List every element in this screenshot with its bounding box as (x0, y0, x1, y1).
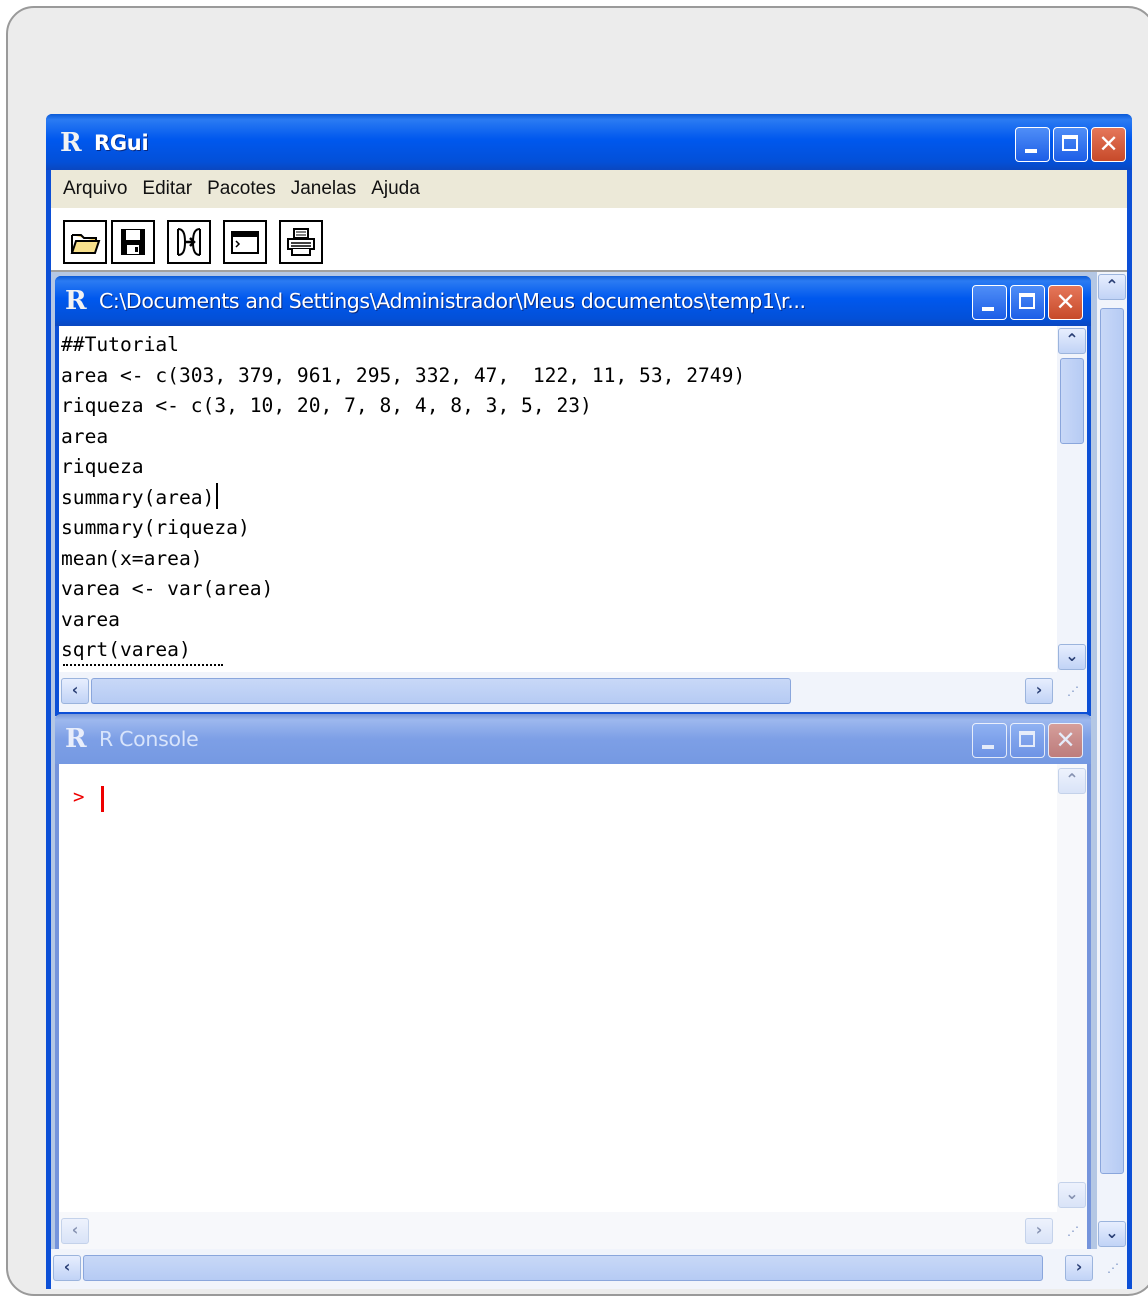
editor-maximize-button[interactable] (1010, 285, 1045, 320)
scroll-left-button[interactable]: ‹ (53, 1255, 81, 1281)
script-editor-textarea[interactable]: ##Tutorial area <- c(303, 379, 961, 295, … (59, 326, 1087, 712)
h-scroll-thumb[interactable] (91, 678, 791, 704)
print-button[interactable] (279, 220, 323, 264)
menu-pacotes[interactable]: Pacotes (203, 178, 287, 200)
menu-bar: Arquivo Editar Pacotes Janelas Ajuda (51, 170, 1127, 208)
console-title: R Console (99, 727, 199, 751)
rgui-main-window: R RGui ✕ Arquivo Editar Pacotes Janelas … (46, 114, 1132, 1289)
close-icon: ✕ (1055, 726, 1076, 754)
code-line: varea (61, 607, 120, 631)
menu-ajuda[interactable]: Ajuda (367, 178, 431, 200)
console-title-bar[interactable]: R R Console ✕ (55, 714, 1091, 764)
editor-window-controls: ✕ (972, 285, 1083, 320)
console-icon (231, 231, 259, 254)
console-maximize-button[interactable] (1010, 723, 1045, 758)
console-output-area[interactable]: > ⌃ ⌄ ‹ › ⋰ (59, 764, 1087, 1252)
console-button[interactable] (223, 220, 267, 264)
editor-title: C:\Documents and Settings\Administrador\… (99, 289, 806, 313)
resize-grip-icon[interactable]: ⋰ (1067, 684, 1079, 698)
console-vertical-scrollbar[interactable]: ⌃ ⌄ (1057, 764, 1087, 1212)
code-line: area (61, 424, 109, 448)
scroll-down-button[interactable]: ⌄ (1098, 1221, 1126, 1247)
load-workspace-button[interactable] (167, 220, 211, 264)
close-icon: ✕ (1055, 288, 1076, 316)
maximize-icon (1054, 128, 1087, 161)
editor-horizontal-scrollbar[interactable]: ‹ › ⋰ (59, 672, 1087, 712)
console-prompt: > (73, 786, 85, 808)
client-horizontal-scrollbar[interactable]: ‹ › ⋰ (51, 1249, 1127, 1289)
print-icon (287, 228, 315, 256)
r-console-window: R R Console ✕ > ⌃ ⌄ ‹ › ⋰ (55, 714, 1091, 1254)
scroll-thumb[interactable] (1060, 358, 1084, 444)
text-caret (216, 482, 219, 509)
open-script-icon (70, 234, 101, 254)
screenshot-frame: R RGui ✕ Arquivo Editar Pacotes Janelas … (6, 6, 1148, 1296)
editor-close-button[interactable]: ✕ (1048, 285, 1083, 320)
console-minimize-button[interactable] (972, 723, 1007, 758)
scroll-left-button[interactable]: ‹ (61, 1218, 89, 1244)
minimize-button[interactable] (1015, 127, 1050, 162)
code-line: summary(riqueza) (61, 516, 250, 539)
menu-editar[interactable]: Editar (138, 178, 203, 200)
script-editor-window: R C:\Documents and Settings\Administrado… (55, 276, 1091, 716)
editor-title-bar[interactable]: R C:\Documents and Settings\Administrado… (55, 276, 1091, 326)
code-line: summary(area) (61, 485, 215, 509)
scroll-thumb[interactable] (1100, 308, 1124, 1174)
editor-vertical-scrollbar[interactable]: ⌃ ⌄ (1057, 326, 1087, 672)
h-scroll-thumb[interactable] (83, 1255, 1043, 1281)
editor-minimize-button[interactable] (972, 285, 1007, 320)
rgui-title-bar[interactable]: R RGui ✕ (46, 114, 1132, 170)
scroll-up-button[interactable]: ⌃ (1098, 274, 1126, 300)
scroll-down-button[interactable]: ⌄ (1058, 644, 1086, 670)
close-icon: ✕ (1098, 130, 1119, 158)
code-line: mean(x=area) (61, 546, 203, 570)
load-workspace-icon (177, 228, 201, 256)
scroll-left-button[interactable]: ‹ (61, 678, 89, 704)
scroll-down-button[interactable]: ⌄ (1058, 1182, 1086, 1208)
resize-grip-icon[interactable]: ⋰ (1067, 1224, 1079, 1238)
minimize-icon (973, 724, 1006, 757)
open-script-button[interactable] (63, 220, 107, 264)
menu-janelas[interactable]: Janelas (287, 178, 368, 200)
code-line: ##Tutorial (61, 333, 179, 356)
script-code: ##Tutorial area <- c(303, 379, 961, 295, … (61, 330, 745, 666)
r-logo-icon: R (60, 128, 82, 158)
resize-grip-icon[interactable]: ⋰ (1107, 1261, 1119, 1275)
scroll-up-button[interactable]: ⌃ (1058, 768, 1086, 794)
code-line: varea <- var(area) (61, 577, 274, 600)
r-logo-icon: R (65, 724, 87, 754)
scroll-right-button[interactable]: › (1025, 1218, 1053, 1244)
close-button[interactable]: ✕ (1091, 127, 1126, 162)
maximize-icon (1011, 724, 1044, 757)
toolbar (51, 208, 1127, 272)
minimize-icon (973, 286, 1006, 319)
window-controls: ✕ (1015, 127, 1126, 162)
console-caret (101, 786, 104, 812)
save-button[interactable] (111, 220, 155, 264)
scroll-right-button[interactable]: › (1025, 678, 1053, 704)
console-horizontal-scrollbar[interactable]: ‹ › ⋰ (59, 1212, 1087, 1252)
scroll-right-button[interactable]: › (1065, 1255, 1093, 1281)
client-vertical-scrollbar[interactable]: ⌃ ⌄ (1097, 272, 1127, 1249)
code-line: sqrt(varea) (61, 638, 191, 661)
minimize-icon (1016, 128, 1049, 161)
menu-arquivo[interactable]: Arquivo (59, 178, 138, 200)
console-window-controls: ✕ (972, 723, 1083, 758)
window-title: RGui (94, 131, 149, 155)
scroll-up-button[interactable]: ⌃ (1058, 328, 1086, 354)
save-icon (121, 229, 145, 255)
code-line: riqueza (61, 455, 144, 478)
code-overflow-line (59, 662, 1059, 672)
console-close-button[interactable]: ✕ (1048, 723, 1083, 758)
r-logo-icon: R (65, 286, 87, 316)
code-line-with-caret: summary(area) (61, 482, 745, 514)
maximize-button[interactable] (1053, 127, 1088, 162)
code-line: area <- c(303, 379, 961, 295, 332, 47, 1… (61, 363, 746, 387)
mdi-client-area: R C:\Documents and Settings\Administrado… (51, 272, 1127, 1289)
maximize-icon (1011, 286, 1044, 319)
code-line: riqueza <- c(3, 10, 20, 7, 8, 4, 8, 3, 5… (61, 394, 592, 417)
